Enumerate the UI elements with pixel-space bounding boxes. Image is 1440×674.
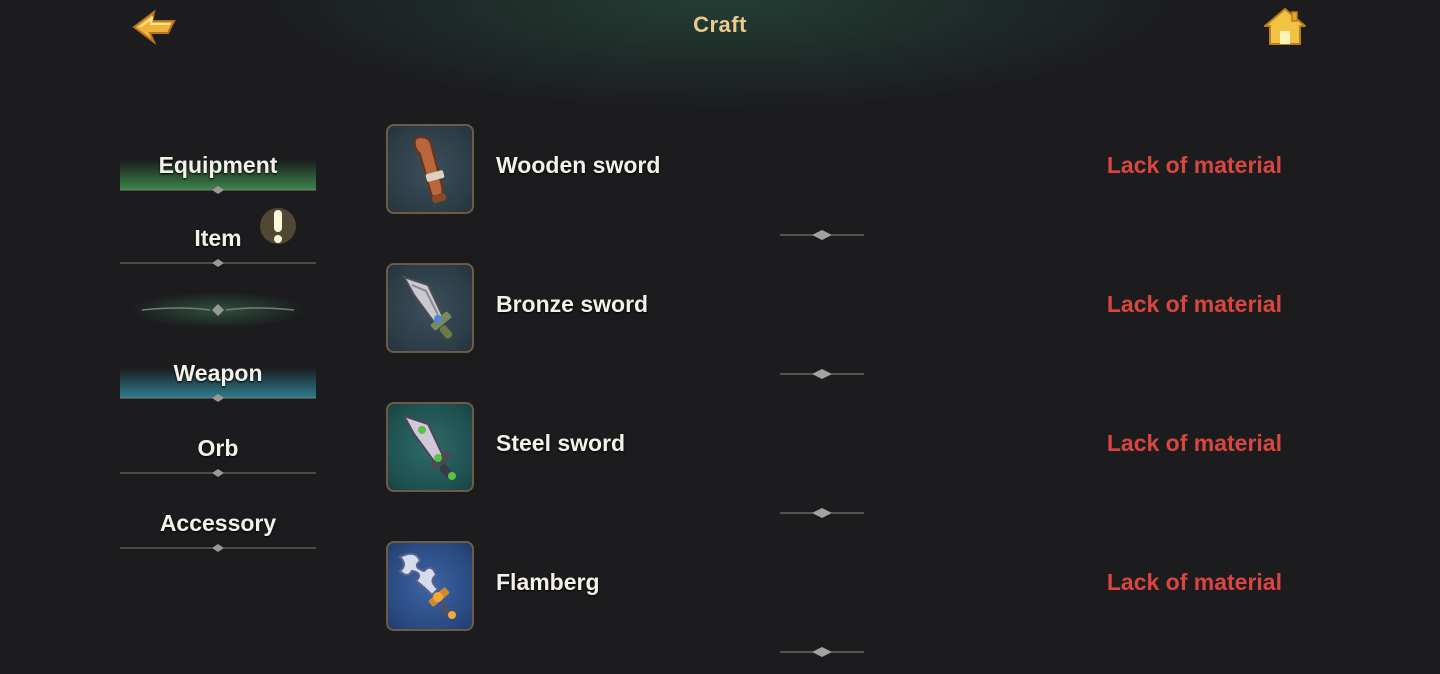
- row-divider: [780, 369, 864, 379]
- category-label: Equipment: [158, 152, 278, 178]
- status-label: Lack of material: [1106, 430, 1282, 456]
- status-label: Lack of material: [1106, 152, 1282, 178]
- item-thumbnail: [386, 541, 474, 631]
- row-divider: [780, 230, 864, 240]
- underline-ornament: [120, 469, 316, 477]
- recipe-row[interactable]: Wooden sword Lack of material: [386, 124, 1286, 216]
- steel-sword-icon: [401, 414, 456, 480]
- category-orb[interactable]: Orb: [118, 427, 318, 477]
- recipe-name: Bronze sword: [496, 291, 649, 317]
- wooden-sword-icon: [413, 136, 447, 204]
- category-label: Weapon: [173, 360, 263, 386]
- category-equipment[interactable]: Equipment: [118, 144, 318, 194]
- recipe-row[interactable]: Steel sword Lack of material: [386, 402, 1286, 494]
- exclamation-icon: [258, 204, 298, 248]
- flamberg-icon: [398, 552, 456, 619]
- recipe-name: Flamberg: [496, 569, 600, 595]
- category-label: Orb: [197, 435, 239, 461]
- status-label: Lack of material: [1106, 569, 1282, 595]
- underline-ornament: [120, 394, 316, 402]
- category-accessory[interactable]: Accessory: [118, 502, 318, 552]
- item-thumbnail: [386, 402, 474, 492]
- recipe-row[interactable]: Bronze sword Lack of material: [386, 263, 1286, 355]
- row-divider: [780, 508, 864, 518]
- status-label: Lack of material: [1106, 291, 1282, 317]
- bronze-sword-icon: [401, 275, 453, 339]
- category-weapon[interactable]: Weapon: [118, 352, 318, 402]
- recipe-name: Wooden sword: [496, 152, 661, 178]
- section-separator: [130, 292, 306, 328]
- home-button[interactable]: [1262, 6, 1308, 48]
- page-title: Craft: [693, 12, 747, 37]
- row-divider: [780, 647, 864, 657]
- home-icon: [1264, 8, 1306, 45]
- recipe-name: Steel sword: [496, 430, 626, 456]
- underline-ornament: [120, 544, 316, 552]
- item-thumbnail: [386, 124, 474, 214]
- underline-ornament: [120, 259, 316, 267]
- underline-ornament: [120, 186, 316, 194]
- item-thumbnail: [386, 263, 474, 353]
- recipe-row[interactable]: Flamberg Lack of material: [386, 541, 1286, 633]
- category-label: Accessory: [159, 510, 277, 536]
